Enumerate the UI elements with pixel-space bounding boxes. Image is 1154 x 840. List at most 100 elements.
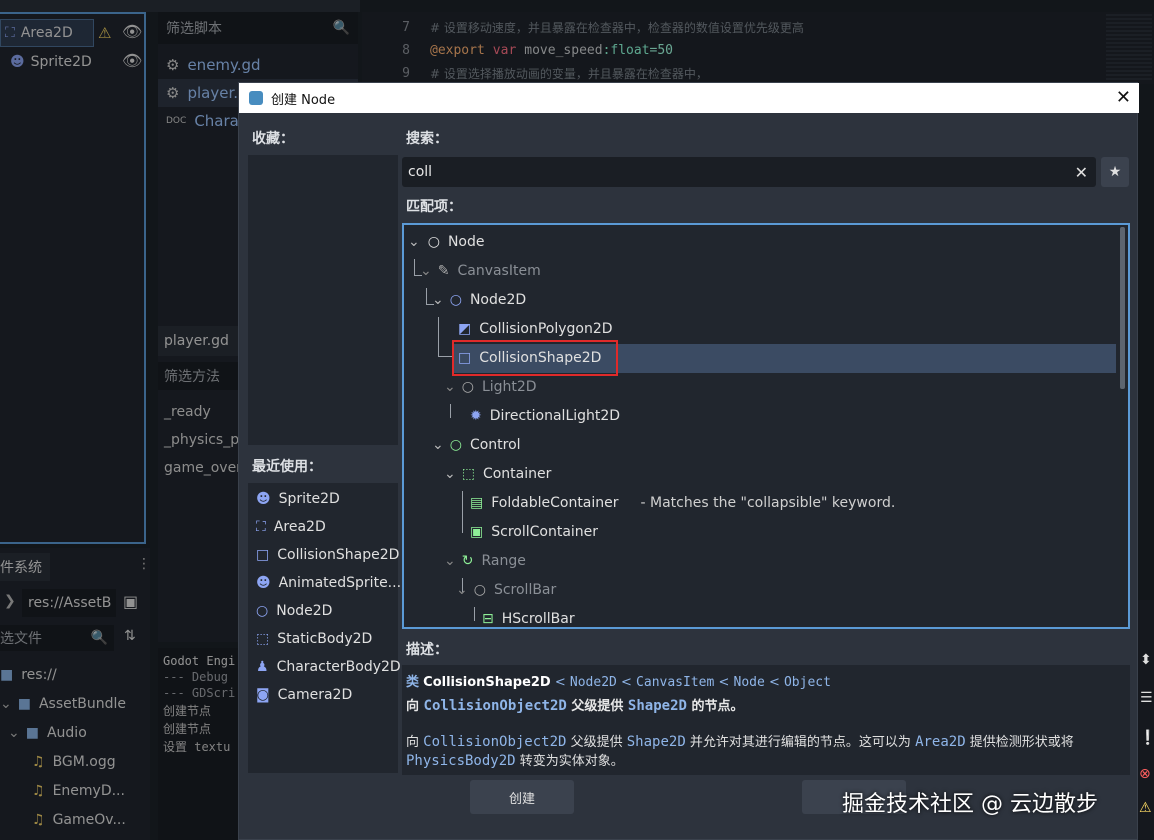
favorites-list[interactable] xyxy=(248,155,398,445)
visibility-eye-icon[interactable]: 👁 xyxy=(122,22,142,41)
inherit-link[interactable]: Node2D xyxy=(570,675,617,690)
create-node-dialog: 创建 Node ✕ 收藏： 最近使用： ☻ Sprite2D ⛶ Area2D □ C… xyxy=(238,82,1139,840)
tree-item-scrollbar[interactable]: ⌄ ○ ScrollBar xyxy=(456,575,556,604)
code-editor[interactable]: 7 # 设置移动速度，并且暴露在检查器中，检查器的数值设置优先级更高 8 @ex… xyxy=(362,12,1154,84)
close-icon[interactable]: ✕ xyxy=(1116,87,1131,108)
tree-item-scrollcontainer[interactable]: ▣ ScrollContainer xyxy=(470,517,598,546)
tree-item-collisionpolygon2d[interactable]: ◩ CollisionPolygon2D xyxy=(458,314,613,343)
sort-icon[interactable]: ⇅ xyxy=(124,628,136,644)
output-panel: Godot Engi --- Debug --- GDScri 创建节点 创建节… xyxy=(158,648,238,840)
recent-item[interactable]: ⛶ Area2D xyxy=(256,513,326,541)
scene-node-area2d[interactable]: ⛶ Area2D xyxy=(0,19,94,47)
match-note: - Matches the "collapsible" keyword. xyxy=(640,494,896,511)
fs-file-item[interactable]: ♫ EnemyD... xyxy=(32,777,125,805)
method-item[interactable]: _ready xyxy=(164,404,211,420)
code-line: 9 # 设置选择播放动画的变量，并且暴露在检查器中， xyxy=(362,62,708,84)
class-link[interactable]: Shape2D xyxy=(628,698,687,714)
tool-icon[interactable]: ⬍ xyxy=(1140,652,1152,668)
code-value: =50 xyxy=(649,42,674,58)
inherit-link[interactable]: Node xyxy=(734,675,765,690)
clear-icon[interactable]: ✕ xyxy=(1075,163,1088,182)
scene-node-sprite2d[interactable]: ☻ Sprite2D xyxy=(0,48,120,76)
method-item[interactable]: game_over xyxy=(164,460,242,476)
class-link[interactable]: CollisionObject2D xyxy=(424,698,567,714)
fs-folder-item[interactable]: ■ res:// xyxy=(0,661,57,689)
favorite-star-button[interactable]: ★ xyxy=(1101,157,1129,187)
tree-item-node2d[interactable]: ⌄ ○ Node2D xyxy=(432,285,526,314)
tree-item-canvasitem[interactable]: ⌄ ✎ CanvasItem xyxy=(420,256,541,285)
area2d-icon: ⛶ xyxy=(5,25,15,41)
container-icon: ⬚ xyxy=(461,465,475,482)
tree-item-range[interactable]: ⌄ ↻ Range xyxy=(444,546,526,575)
light2d-icon: ○ xyxy=(461,378,474,395)
method-item[interactable]: _physics_pr xyxy=(164,432,245,448)
search-label: 搜索： xyxy=(406,131,448,147)
recent-item[interactable]: ○ Node2D xyxy=(256,597,332,625)
tree-scrollbar[interactable] xyxy=(1120,227,1125,389)
tree-item-container[interactable]: ⌄ ⬚ Container xyxy=(444,459,551,488)
recent-item[interactable]: ♟ CharacterBody2D xyxy=(256,653,401,681)
sprite2d-icon: ☻ xyxy=(10,54,25,70)
scene-node-label: Sprite2D xyxy=(30,54,92,70)
recent-item[interactable]: □ CollisionShape2D xyxy=(256,541,399,569)
script-filter-input[interactable]: 筛选脚本 🔍 xyxy=(158,12,358,44)
fs-file-item[interactable]: ♫ GameOv... xyxy=(32,806,126,834)
folder-icon: ■ xyxy=(25,725,39,741)
info-icon[interactable]: ❕ xyxy=(1139,730,1154,746)
filesystem-tab[interactable]: 件系统 xyxy=(0,553,50,581)
create-button[interactable]: 创建 xyxy=(470,780,574,814)
favorites-label: 收藏： xyxy=(252,131,294,147)
recent-item[interactable]: ☻ Sprite2D xyxy=(256,485,340,513)
directionallight2d-icon: ✹ xyxy=(470,407,482,424)
fs-folder-item[interactable]: ⌄ ■ AssetBundle xyxy=(0,690,126,718)
staticbody2d-icon: ⬚ xyxy=(256,631,270,647)
warning-icon[interactable]: ⚠ xyxy=(98,24,111,42)
code-line: 7 # 设置移动速度，并且暴露在检查器中，检查器的数值设置优先级更高 xyxy=(362,16,804,38)
code-comment: # 设置移动速度，并且暴露在检查器中，检查器的数值设置优先级更高 xyxy=(430,20,804,35)
godot-logo-icon xyxy=(249,91,263,105)
audio-file-icon: ♫ xyxy=(32,783,45,799)
chevron-right-icon[interactable]: ❯ xyxy=(4,593,16,609)
filesystem-path-field[interactable]: res://AssetB xyxy=(22,589,116,617)
recent-item[interactable]: ◙ Camera2D xyxy=(256,681,352,709)
tree-item-control[interactable]: ⌄ ○ Control xyxy=(432,430,521,459)
recent-item[interactable]: ☻ AnimatedSprite... xyxy=(256,569,401,597)
error-icon[interactable]: ⊗ xyxy=(1139,766,1151,782)
class-link[interactable]: Area2D xyxy=(915,734,966,750)
fs-file-item[interactable]: ♫ BGM.ogg xyxy=(32,748,116,776)
description-panel: 类 CollisionShape2D < Node2D < CanvasItem… xyxy=(402,665,1130,775)
watermark: 掘金技术社区 @ 云边散步 xyxy=(842,792,1098,817)
more-options-icon[interactable]: ⋮ xyxy=(137,556,151,572)
star-icon: ★ xyxy=(1108,164,1122,180)
recent-item[interactable]: ⬚ StaticBody2D xyxy=(256,625,372,653)
matches-label: 匹配项： xyxy=(406,199,462,215)
tree-item-foldablecontainer[interactable]: ▤ FoldableContainer - Matches the "colla… xyxy=(470,488,895,517)
tree-item-directionallight2d[interactable]: ✹ DirectionalLight2D xyxy=(470,401,620,430)
class-link[interactable]: CollisionObject2D xyxy=(423,734,566,750)
hscrollbar-icon: ⊟ xyxy=(482,610,494,627)
tree-item-node[interactable]: ⌄ ○ Node xyxy=(408,227,485,256)
description-header: 类 CollisionShape2D < Node2D < CanvasItem… xyxy=(406,675,831,690)
split-view-icon[interactable]: ▣ xyxy=(123,592,138,611)
output-line: 创建节点 xyxy=(163,704,212,718)
minimap[interactable] xyxy=(1106,14,1152,82)
script-item[interactable]: ⚙ enemy.gd xyxy=(158,51,358,79)
fs-folder-item[interactable]: ⌄ ■ Audio xyxy=(8,719,87,747)
matches-tree[interactable]: ⌄ ○ Node ⌄ ✎ CanvasItem ⌄ ○ Node2D ◩ Col… xyxy=(402,223,1130,629)
filesystem-filter-input[interactable]: 选文件 🔍 xyxy=(0,625,114,651)
inherit-link[interactable]: CanvasItem xyxy=(636,675,714,690)
visibility-eye-icon[interactable]: 👁 xyxy=(122,51,142,70)
tree-item-hscrollbar[interactable]: ⊟ HScrollBar xyxy=(482,604,575,627)
foldablecontainer-icon: ▤ xyxy=(470,494,484,511)
description-label: 描述： xyxy=(406,642,448,658)
tree-item-light2d[interactable]: ⌄ ○ Light2D xyxy=(444,372,537,401)
class-link[interactable]: PhysicsBody2D xyxy=(406,753,516,769)
search-input[interactable]: coll ✕ xyxy=(402,157,1096,187)
tool-icon[interactable]: ☰ xyxy=(1140,690,1153,706)
class-link[interactable]: Shape2D xyxy=(627,734,686,750)
warning-icon[interactable]: ⚠ xyxy=(1139,800,1152,816)
inherit-link[interactable]: Object xyxy=(784,675,831,690)
scene-node-label: Area2D xyxy=(20,25,73,41)
recent-label: 最近使用： xyxy=(252,459,322,475)
dialog-titlebar[interactable]: 创建 Node ✕ xyxy=(239,83,1139,113)
